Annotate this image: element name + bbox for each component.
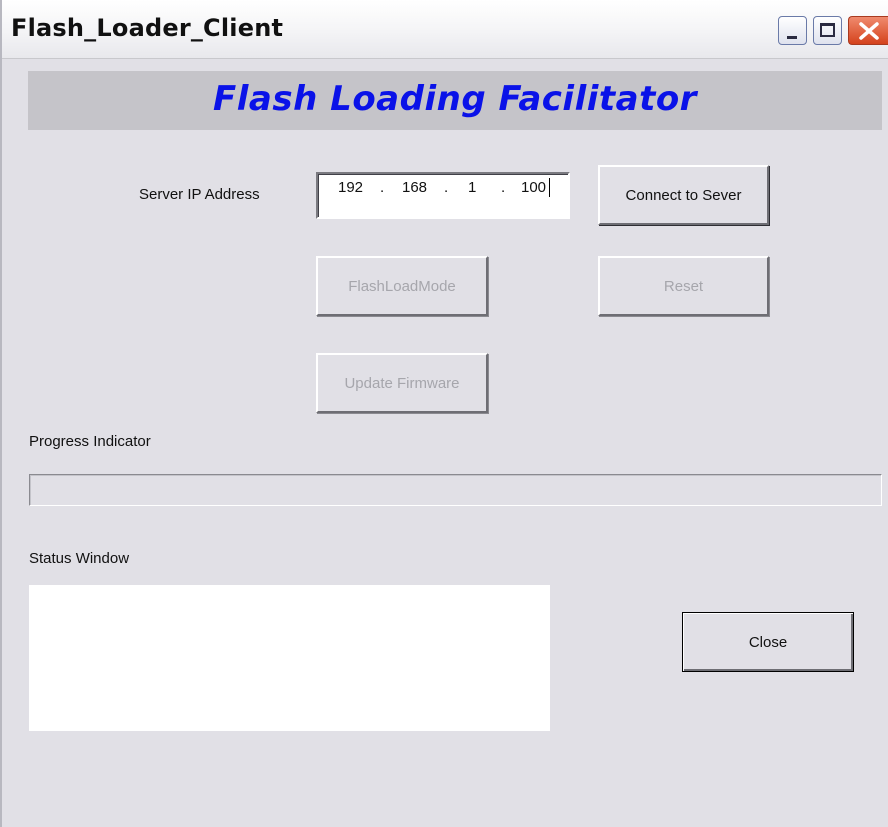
flash-load-mode-button[interactable]: FlashLoadMode — [316, 256, 488, 316]
title-bar[interactable]: Flash_Loader_Client — [2, 0, 888, 59]
ip-dot: . — [380, 179, 385, 196]
app-window: Flash_Loader_Client Flash Loading Facili… — [0, 0, 888, 827]
close-x-glyph — [859, 22, 879, 40]
close-icon[interactable] — [848, 16, 888, 45]
status-window[interactable] — [29, 585, 550, 731]
reset-button[interactable]: Reset — [598, 256, 769, 316]
server-ip-input[interactable]: 192 . 168 . 1 . 100 — [316, 172, 570, 219]
minimize-icon[interactable] — [778, 16, 807, 45]
progress-bar — [29, 474, 882, 506]
window-title: Flash_Loader_Client — [11, 14, 284, 42]
maximize-icon[interactable] — [813, 16, 842, 45]
text-caret — [549, 178, 550, 197]
banner-title: Flash Loading Facilitator — [213, 79, 697, 119]
header-banner: Flash Loading Facilitator — [28, 71, 882, 130]
progress-indicator-label: Progress Indicator — [29, 433, 151, 450]
update-firmware-button[interactable]: Update Firmware — [316, 353, 488, 413]
close-button[interactable]: Close — [682, 612, 854, 672]
server-ip-label: Server IP Address — [139, 186, 260, 203]
connect-to-server-button[interactable]: Connect to Sever — [598, 165, 769, 225]
ip-dot: . — [444, 179, 449, 196]
ip-octet-1[interactable]: 192 — [338, 179, 363, 196]
ip-dot: . — [501, 179, 506, 196]
ip-octet-4[interactable]: 100 — [521, 179, 546, 196]
status-window-label: Status Window — [29, 550, 130, 567]
ip-octet-3[interactable]: 1 — [468, 179, 476, 196]
ip-octet-2[interactable]: 168 — [402, 179, 427, 196]
